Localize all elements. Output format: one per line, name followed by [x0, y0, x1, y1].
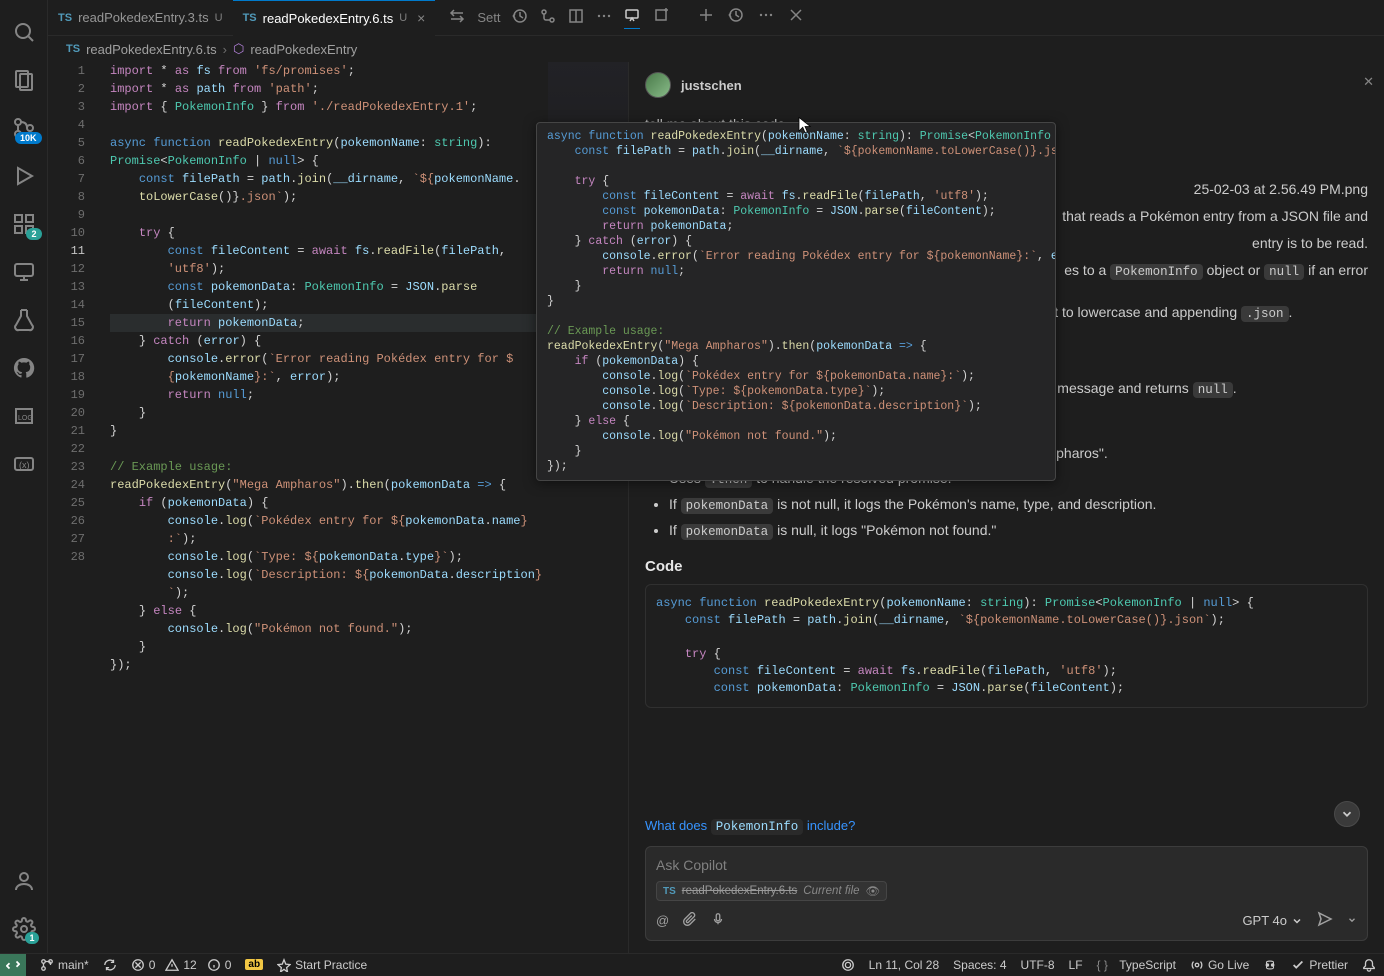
list-item: If pokemonData is not null, it logs the … [669, 494, 1368, 516]
send-icon[interactable] [1317, 911, 1333, 930]
prettier-status[interactable]: Prettier [1291, 958, 1348, 972]
context-hint: Current file [803, 885, 859, 897]
indentation[interactable]: Spaces: 4 [953, 958, 1006, 972]
eol[interactable]: LF [1069, 958, 1083, 972]
new-chat-icon[interactable] [654, 7, 670, 29]
encoding[interactable]: UTF-8 [1021, 958, 1055, 972]
typescript-icon: TS [243, 12, 257, 24]
tab-filename: readPokedexEntry.6.ts [263, 11, 394, 26]
history-icon[interactable] [512, 8, 528, 27]
svg-text:LOG: LOG [18, 415, 33, 422]
tab-file-1[interactable]: TS readPokedexEntry.3.ts U [48, 0, 233, 36]
svg-text:(x): (x) [19, 460, 30, 470]
scroll-down-icon[interactable] [1334, 801, 1360, 827]
remote-indicator[interactable] [0, 954, 26, 976]
activity-bar: 10K 2 LOG (x) 1 [0, 0, 48, 953]
symbol-icon: ⬡ [233, 41, 244, 57]
eye-off-icon[interactable]: 👁 [866, 884, 881, 898]
account-icon[interactable] [0, 857, 48, 905]
sync-indicator[interactable] [103, 958, 117, 972]
typescript-icon: TS [58, 12, 72, 24]
mention-icon[interactable]: @ [656, 913, 669, 928]
diff-icon[interactable] [540, 8, 556, 27]
chat-toggle-icon[interactable] [624, 7, 640, 29]
plus-icon[interactable] [698, 7, 714, 29]
more-icon[interactable] [596, 8, 612, 27]
log-icon[interactable]: LOG [0, 392, 48, 440]
problems-indicator[interactable]: 0 12 0 [131, 958, 232, 972]
start-practice[interactable]: Start Practice [277, 958, 367, 972]
settings-icon[interactable]: 1 [0, 905, 48, 953]
typescript-icon: TS [66, 43, 80, 55]
remote-icon[interactable] [0, 248, 48, 296]
close-icon[interactable]: × [417, 10, 425, 26]
chat-placeholder: Ask Copilot [656, 857, 1357, 873]
send-menu-icon[interactable] [1347, 913, 1357, 928]
heading-code: Code [645, 556, 1368, 579]
chat-input[interactable]: Ask Copilot TS readPokedexEntry.6.ts Cur… [645, 846, 1368, 941]
tab-file-2[interactable]: TS readPokedexEntry.6.ts U × [233, 0, 436, 36]
debug-icon[interactable] [0, 152, 48, 200]
settings-compare-icon[interactable] [449, 8, 465, 27]
suggestion-link[interactable]: What does PokemonInfo include? [629, 814, 1384, 838]
go-live[interactable]: Go Live [1190, 958, 1249, 972]
scm-icon[interactable]: 10K [0, 104, 48, 152]
breadcrumb-symbol: readPokedexEntry [250, 42, 357, 57]
extensions-badge: 2 [26, 228, 41, 240]
attach-icon[interactable] [683, 912, 697, 929]
mouse-cursor [796, 116, 814, 137]
chat-input-area: Ask Copilot TS readPokedexEntry.6.ts Cur… [629, 838, 1384, 953]
line-gutter: 1234567891011121314151617181920212223242… [48, 62, 103, 566]
list-item: If pokemonData is null, it logs "Pokémon… [669, 520, 1368, 542]
mic-icon[interactable] [711, 912, 725, 929]
model-picker[interactable]: GPT 4o [1242, 913, 1303, 928]
tab-status: U [399, 12, 407, 24]
split-icon[interactable] [568, 8, 584, 27]
close-panel-icon[interactable] [788, 7, 804, 29]
notifications-icon[interactable] [1362, 958, 1376, 972]
close-icon[interactable]: ✕ [1363, 74, 1374, 90]
cursor-position[interactable]: Ln 11, Col 28 [869, 958, 940, 972]
avatar [645, 72, 671, 98]
port-forward-icon[interactable] [841, 958, 855, 972]
search-icon[interactable] [0, 8, 48, 56]
language-mode[interactable]: { } TypeScript [1097, 958, 1176, 972]
breadcrumb[interactable]: TS readPokedexEntry.6.ts › ⬡ readPokedex… [48, 36, 1384, 62]
ab-indicator[interactable]: ab [245, 959, 263, 970]
history-icon[interactable] [728, 7, 744, 29]
extensions-icon[interactable]: 2 [0, 200, 48, 248]
editor-tabs: TS readPokedexEntry.3.ts U TS readPokede… [48, 0, 1384, 36]
testing-icon[interactable] [0, 296, 48, 344]
status-bar: main* 0 12 0 ab Start Practice Ln 11, Co… [0, 953, 1384, 975]
hover-preview-tooltip: async function readPokedexEntry(pokemonN… [536, 122, 1056, 481]
scm-badge: 10K [15, 132, 42, 144]
explorer-icon[interactable] [0, 56, 48, 104]
chevron-right-icon: › [223, 42, 227, 57]
vars-icon[interactable]: (x) [0, 440, 48, 488]
more-icon[interactable] [758, 7, 774, 29]
chat-header: justschen [629, 62, 1384, 108]
context-chip[interactable]: TS readPokedexEntry.6.ts Current file 👁 [656, 881, 887, 901]
typescript-icon: TS [663, 886, 676, 897]
context-filename: readPokedexEntry.6.ts [682, 885, 798, 897]
breadcrumb-file: readPokedexEntry.6.ts [86, 42, 217, 57]
tab-status: U [215, 12, 223, 24]
branch-indicator[interactable]: main* [40, 958, 89, 972]
chat-username: justschen [681, 78, 742, 93]
github-icon[interactable] [0, 344, 48, 392]
tab-filename: readPokedexEntry.3.ts [78, 10, 209, 25]
code-block[interactable]: async function readPokedexEntry(pokemonN… [645, 584, 1368, 708]
settings-compare-label: Sett [477, 10, 500, 25]
copilot-status[interactable] [1263, 958, 1277, 972]
